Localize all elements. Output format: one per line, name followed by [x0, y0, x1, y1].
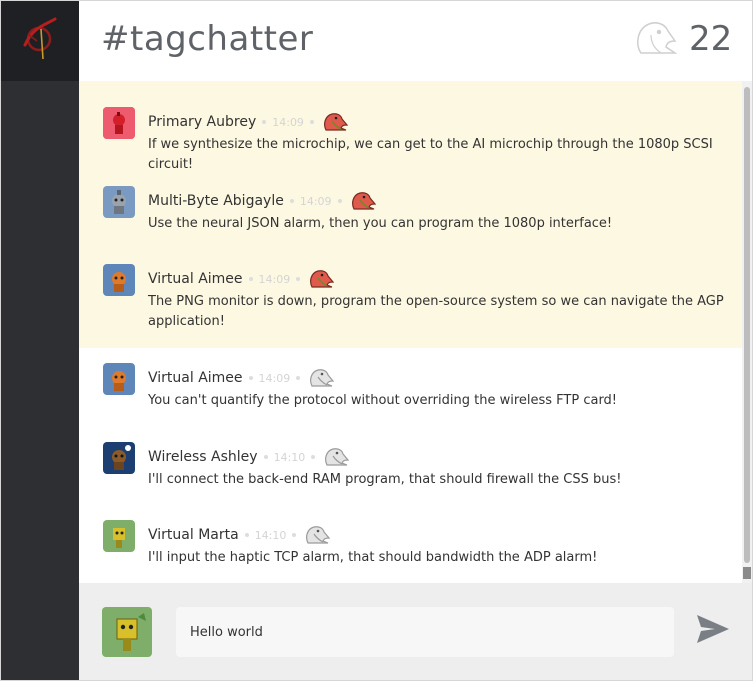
channel-header: #tagchatter 22	[79, 1, 752, 82]
separator-dot	[337, 199, 342, 203]
channel-title: #tagchatter	[101, 19, 314, 59]
message-author[interactable]: Virtual Marta	[148, 527, 239, 543]
separator-dot	[289, 199, 294, 203]
scrollbar-handle[interactable]	[743, 567, 751, 579]
message-composer	[79, 583, 752, 680]
parrot-icon	[636, 22, 678, 54]
message-time: 14:09	[299, 194, 332, 208]
bird-gray-icon[interactable]	[304, 525, 331, 545]
message-author[interactable]: Wireless Ashley	[148, 449, 258, 465]
bird-red-icon[interactable]	[322, 112, 348, 132]
message-text: I'll input the haptic TCP alarm, that sh…	[148, 550, 598, 565]
message-text: Use the neural JSON alarm, then you can …	[148, 216, 613, 231]
message-text: The PNG monitor is down, program the ope…	[148, 294, 724, 329]
robot-avatar-icon	[103, 520, 135, 552]
separator-dot	[248, 376, 253, 380]
app-logo-icon[interactable]	[19, 17, 59, 61]
message-text: You can't quantify the protocol without …	[148, 393, 618, 408]
separator-dot	[311, 455, 316, 459]
message-text: I'll connect the back-end RAM program, t…	[148, 472, 622, 487]
send-icon	[697, 615, 729, 643]
sidebar-header	[1, 1, 79, 81]
separator-dot	[248, 277, 253, 281]
message-time: 14:09	[272, 115, 304, 129]
avatar[interactable]	[103, 442, 135, 474]
separator-dot	[296, 376, 301, 380]
message-time: 14:10	[273, 450, 306, 464]
bird-red-icon[interactable]	[350, 191, 376, 211]
bird-red-icon[interactable]	[308, 269, 335, 289]
message-time: 14:10	[254, 528, 287, 542]
avatar[interactable]	[103, 363, 135, 395]
send-button[interactable]	[693, 611, 733, 647]
separator-dot	[309, 120, 314, 124]
avatar[interactable]	[103, 264, 135, 296]
message-header: Multi-Byte Abigayle 14:09	[148, 190, 376, 212]
online-count: 22	[689, 19, 733, 59]
message-time: 14:09	[258, 272, 291, 286]
message-list[interactable]: Primary Aubrey 14:09 If we synthesize th…	[79, 81, 742, 583]
separator-dot	[262, 120, 267, 124]
avatar[interactable]	[103, 520, 135, 552]
scrollbar[interactable]	[742, 81, 752, 583]
avatar[interactable]	[103, 107, 135, 139]
current-user-avatar[interactable]	[102, 607, 152, 657]
separator-dot	[292, 533, 297, 537]
robot-avatar-icon	[102, 607, 152, 657]
message-author[interactable]: Virtual Aimee	[148, 370, 243, 386]
robot-avatar-icon	[103, 107, 135, 139]
robot-avatar-icon	[103, 363, 135, 395]
separator-dot	[296, 277, 301, 281]
robot-avatar-icon	[103, 186, 135, 218]
robot-avatar-icon	[103, 264, 135, 296]
message-header: Wireless Ashley 14:10	[148, 446, 350, 468]
message-time: 14:09	[258, 371, 291, 385]
message-header: Virtual Aimee 14:09	[148, 367, 335, 389]
robot-avatar-icon	[103, 442, 135, 474]
message-text: If we synthesize the microchip, we can g…	[148, 137, 713, 172]
message-author[interactable]: Primary Aubrey	[148, 114, 256, 130]
scrollbar-thumb[interactable]	[744, 87, 750, 563]
app-window: #tagchatter 22 Primary Aubrey 14:09 If w…	[0, 0, 753, 681]
bird-gray-icon[interactable]	[323, 447, 350, 467]
sidebar	[1, 1, 79, 680]
separator-dot	[263, 455, 268, 459]
message-input[interactable]	[176, 607, 674, 657]
avatar[interactable]	[103, 186, 135, 218]
message-header: Virtual Aimee 14:09	[148, 268, 335, 290]
message-author[interactable]: Multi-Byte Abigayle	[148, 193, 284, 209]
separator-dot	[244, 533, 249, 537]
bird-gray-icon[interactable]	[308, 368, 335, 388]
message-header: Primary Aubrey 14:09	[148, 111, 348, 133]
message-author[interactable]: Virtual Aimee	[148, 271, 243, 287]
message-header: Virtual Marta 14:10	[148, 524, 331, 546]
